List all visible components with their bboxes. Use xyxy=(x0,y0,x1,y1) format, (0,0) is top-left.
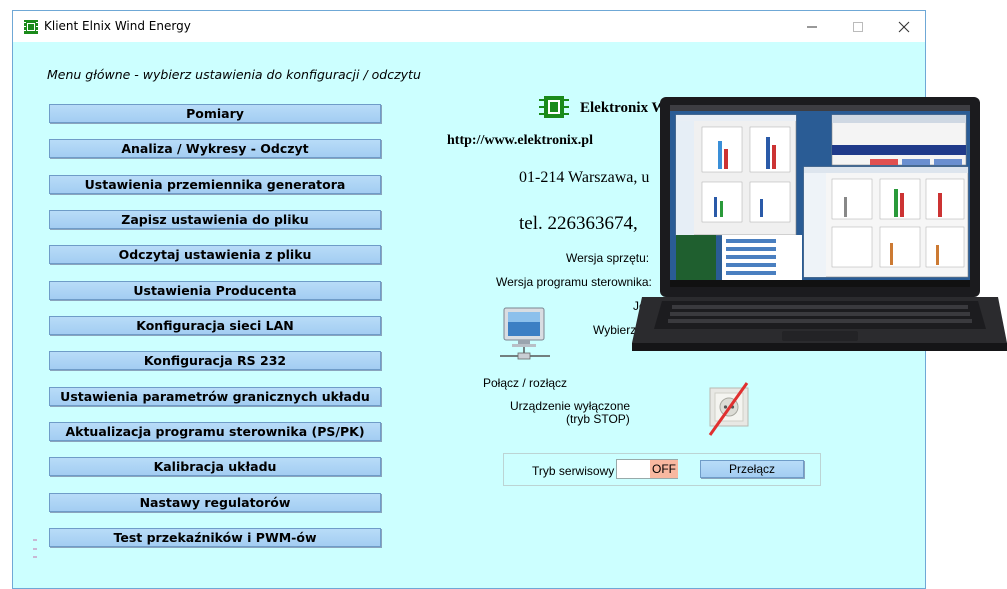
choose-label: Wybierz xyxy=(593,323,637,337)
firmware-version-label: Wersja programu sterownika: xyxy=(496,275,652,289)
company-url[interactable]: http://www.elektronix.pl xyxy=(447,133,593,149)
minimize-button[interactable] xyxy=(789,11,835,42)
menu-button-parametry-graniczne[interactable]: Ustawienia parametrów granicznych układu xyxy=(49,387,381,406)
menu-button-kalibracja[interactable]: Kalibracja układu xyxy=(49,457,381,476)
menu-button-zapisz[interactable]: Zapisz ustawienia do pliku xyxy=(49,210,381,229)
service-mode-label: Tryb serwisowy xyxy=(532,464,615,478)
menu-button-producenta[interactable]: Ustawienia Producenta xyxy=(49,281,381,300)
close-icon xyxy=(898,21,910,32)
company-chip-icon xyxy=(539,96,569,118)
resize-grip-icon xyxy=(33,539,37,558)
company-phone: tel. 226363674, xyxy=(519,213,638,234)
company-address: 01-214 Warszawa, u xyxy=(519,169,650,186)
maximize-button[interactable] xyxy=(835,11,881,42)
device-off-label: Urządzenie wyłączone xyxy=(510,399,631,413)
service-mode-value: OFF xyxy=(650,460,678,478)
menu-button-ustawienia-przemiennika[interactable]: Ustawienia przemiennika generatora xyxy=(49,175,381,194)
window-title: Klient Elnix Wind Energy xyxy=(44,19,191,33)
network-computer-icon[interactable] xyxy=(498,306,553,364)
service-mode-panel: Tryb serwisowy OFF Przełącz xyxy=(503,453,821,486)
menu-button-aktualizacja[interactable]: Aktualizacja programu sterownika (PS/PK) xyxy=(49,422,381,441)
menu-button-test[interactable]: Test przekaźników i PWM-ów xyxy=(49,528,381,547)
menu-button-lan[interactable]: Konfiguracja sieci LAN xyxy=(49,316,381,335)
minimize-icon xyxy=(807,26,817,27)
menu-header: Menu główne - wybierz ustawienia do konf… xyxy=(47,67,421,82)
maximize-icon xyxy=(853,21,863,32)
power-socket-crossed-icon[interactable] xyxy=(707,380,753,438)
laptop-screenshot-image xyxy=(632,97,1007,351)
device-off-mode-label: (tryb STOP) xyxy=(566,412,630,426)
app-chip-icon xyxy=(24,20,38,34)
menu-button-odczytaj[interactable]: Odczytaj ustawienia z pliku xyxy=(49,245,381,264)
close-button[interactable] xyxy=(881,11,927,42)
connect-label: Połącz / rozłącz xyxy=(483,376,568,390)
service-mode-toggle-button[interactable]: Przełącz xyxy=(700,460,804,478)
menu-button-analiza[interactable]: Analiza / Wykresy - Odczyt xyxy=(49,139,381,158)
menu-button-rs232[interactable]: Konfiguracja RS 232 xyxy=(49,351,381,370)
menu-button-pomiary[interactable]: Pomiary xyxy=(49,104,381,123)
menu-button-nastawy[interactable]: Nastawy regulatorów xyxy=(49,493,381,512)
title-bar: Klient Elnix Wind Energy xyxy=(13,11,925,42)
